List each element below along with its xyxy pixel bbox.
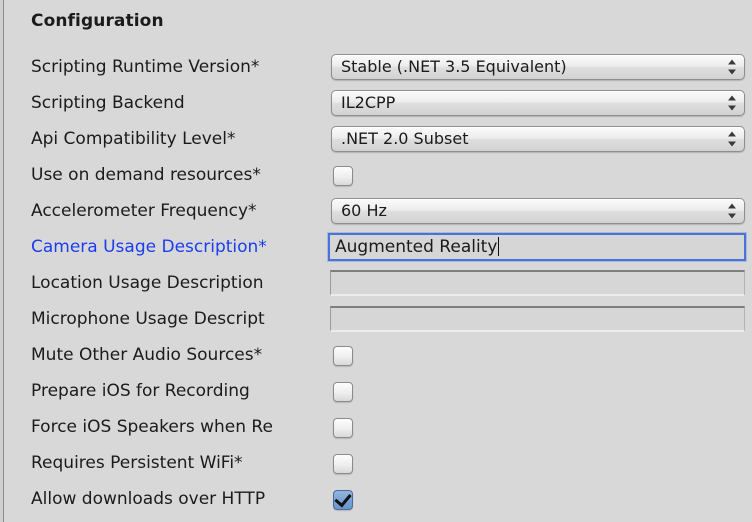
row-prepare-ios-for-recording: Prepare iOS for Recording: [0, 374, 752, 410]
row-api-compatibility-level: Api Compatibility Level* .NET 2.0 Subset: [0, 122, 752, 158]
label-microphone-usage-description: Microphone Usage Descript: [31, 302, 330, 338]
checkbox-use-on-demand-resources[interactable]: [333, 166, 353, 186]
label-camera-usage-description: Camera Usage Description*: [31, 230, 333, 266]
label-scripting-backend: Scripting Backend: [31, 86, 185, 122]
dropdown-value-accelerometer-frequency: 60 Hz: [341, 199, 718, 223]
checkbox-allow-downloads-over-http[interactable]: [333, 490, 353, 510]
label-mute-other-audio-sources: Mute Other Audio Sources*: [31, 338, 333, 374]
label-requires-persistent-wifi: Requires Persistent WiFi*: [31, 446, 333, 482]
label-use-on-demand-resources: Use on demand resources*: [31, 158, 333, 194]
dropdown-value-api-compatibility-level: .NET 2.0 Subset: [341, 127, 718, 151]
input-microphone-usage-description[interactable]: [330, 306, 745, 332]
dropdown-api-compatibility-level[interactable]: .NET 2.0 Subset: [331, 126, 745, 152]
row-camera-usage-description: Camera Usage Description* Augmented Real…: [0, 230, 752, 266]
row-allow-downloads-over-http: Allow downloads over HTTP: [0, 482, 752, 518]
row-microphone-usage-description: Microphone Usage Descript: [0, 302, 752, 338]
up-down-arrows-icon: [728, 60, 737, 75]
checkbox-prepare-ios-for-recording[interactable]: [333, 382, 353, 402]
input-value-microphone-usage-description: [337, 308, 740, 330]
label-scripting-runtime-version: Scripting Runtime Version*: [31, 50, 259, 86]
input-camera-usage-description[interactable]: Augmented Reality: [328, 233, 746, 261]
dropdown-scripting-backend[interactable]: IL2CPP: [331, 90, 745, 116]
row-scripting-backend: Scripting Backend IL2CPP: [0, 86, 752, 122]
row-mute-other-audio-sources: Mute Other Audio Sources*: [0, 338, 752, 374]
dropdown-value-scripting-backend: IL2CPP: [341, 91, 718, 115]
up-down-arrows-icon: [728, 96, 737, 111]
label-prepare-ios-for-recording: Prepare iOS for Recording: [31, 374, 333, 410]
row-scripting-runtime-version: Scripting Runtime Version* Stable (.NET …: [0, 50, 752, 86]
checkbox-requires-persistent-wifi[interactable]: [333, 454, 353, 474]
input-location-usage-description[interactable]: [330, 270, 745, 296]
row-location-usage-description: Location Usage Description: [0, 266, 752, 302]
row-requires-persistent-wifi: Requires Persistent WiFi*: [0, 446, 752, 482]
page-title: Configuration: [31, 11, 164, 31]
up-down-arrows-icon: [728, 132, 737, 147]
label-api-compatibility-level: Api Compatibility Level*: [31, 122, 235, 158]
label-accelerometer-frequency: Accelerometer Frequency*: [31, 194, 257, 230]
text-caret: [498, 237, 499, 256]
label-allow-downloads-over-http: Allow downloads over HTTP: [31, 482, 333, 518]
row-use-on-demand-resources: Use on demand resources*: [0, 158, 752, 194]
configuration-panel: Configuration Scripting Runtime Version*…: [0, 0, 752, 522]
label-location-usage-description: Location Usage Description: [31, 266, 330, 302]
checkbox-mute-other-audio-sources[interactable]: [333, 346, 353, 366]
dropdown-accelerometer-frequency[interactable]: 60 Hz: [331, 198, 745, 224]
checkbox-force-ios-speakers-when-recording[interactable]: [333, 418, 353, 438]
label-force-ios-speakers-when-recording: Force iOS Speakers when Re: [31, 410, 333, 446]
dropdown-value-scripting-runtime-version: Stable (.NET 3.5 Equivalent): [341, 55, 718, 79]
row-force-ios-speakers-when-recording: Force iOS Speakers when Re: [0, 410, 752, 446]
dropdown-scripting-runtime-version[interactable]: Stable (.NET 3.5 Equivalent): [331, 54, 745, 80]
input-value-camera-usage-description: Augmented Reality: [335, 235, 740, 259]
row-accelerometer-frequency: Accelerometer Frequency* 60 Hz: [0, 194, 752, 230]
up-down-arrows-icon: [728, 204, 737, 219]
check-icon: [334, 490, 351, 508]
input-value-location-usage-description: [337, 272, 740, 294]
